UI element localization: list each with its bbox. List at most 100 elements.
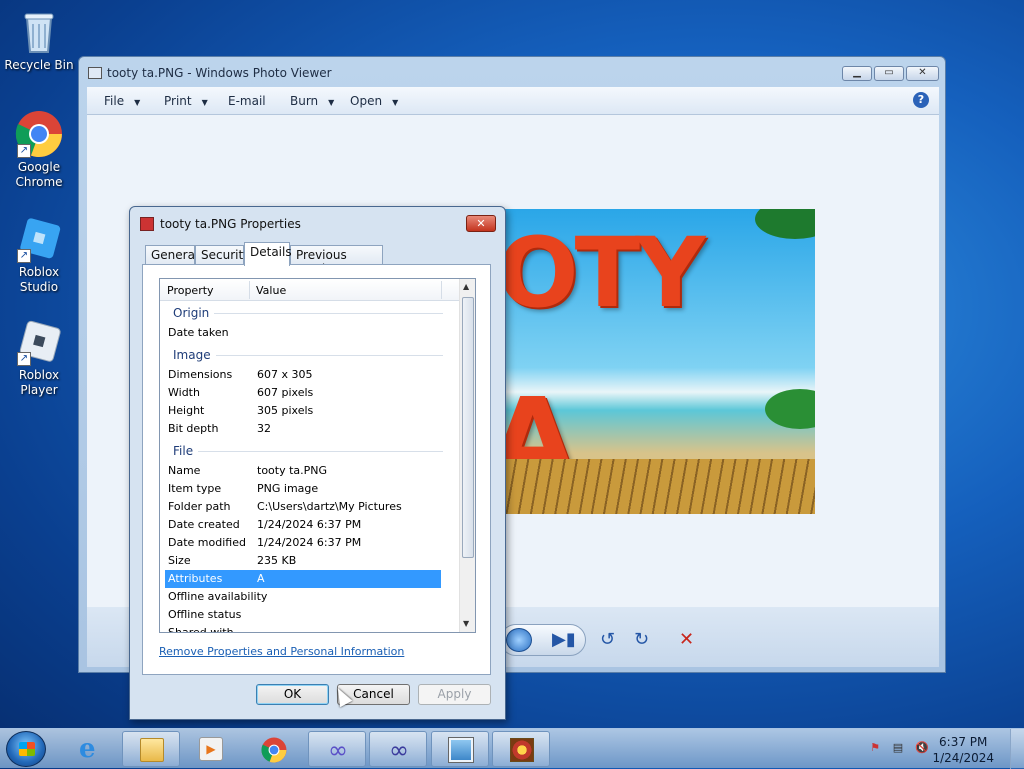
maximize-button[interactable]: ▭ [874,66,904,81]
scroll-thumb[interactable] [462,297,474,558]
roblox-studio-icon: ↗ [15,215,63,263]
list-item[interactable]: Dimensions 607 x 305 [165,366,441,384]
group-header-origin: Origin [173,304,443,322]
taskbar: e ▶ ∞ ∞ ⚑ ▤ 🔇 6:37 PM 1/24/2024 [0,728,1024,769]
tab-general[interactable]: General [145,245,198,265]
list-item[interactable]: Size 235 KB [165,552,441,570]
rotate-counterclockwise-icon[interactable]: ↺ [600,630,615,650]
list-item[interactable]: Folder path C:\Users\dartz\My Pictures [165,498,441,516]
scroll-down-arrow-icon[interactable]: ▼ [463,619,469,628]
desktop-icon-recycle-bin[interactable]: Recycle Bin [0,8,78,73]
group-header-file: File [173,442,443,460]
delete-icon[interactable]: ✕ [679,630,694,650]
scroll-up-arrow-icon[interactable]: ▲ [463,282,469,291]
list-header: Property Value [160,279,459,301]
list-item[interactable]: Date modified 1/24/2024 6:37 PM [165,534,441,552]
clock-time: 6:37 PM [939,735,988,749]
system-clock[interactable]: 6:37 PM 1/24/2024 [932,734,994,766]
show-desktop-button[interactable] [1010,729,1024,769]
menu-file[interactable]: File ▼ [104,94,140,108]
vertical-scrollbar[interactable]: ▲ ▼ [459,279,475,632]
palm-foliage [765,389,815,429]
taskbar-app-infinity-2[interactable]: ∞ [369,731,427,767]
desktop-icon-roblox-studio[interactable]: ↗ Roblox Studio [0,215,78,295]
infinity-app-icon: ∞ [328,736,348,764]
infinity-app-icon: ∞ [389,736,409,764]
column-divider [441,281,442,299]
dropdown-arrow-icon: ▼ [392,98,399,107]
clock-date: 1/24/2024 [932,751,994,765]
list-item[interactable]: Bit depth 32 [165,420,441,438]
photo-viewer-app-icon [88,67,102,79]
internet-explorer-icon: e [79,734,96,764]
properties-dialog[interactable]: tooty ta.PNG Properties ✕ General Securi… [129,206,506,720]
list-item[interactable]: Offline status [165,606,441,624]
menu-open[interactable]: Open ▼ [350,94,398,108]
column-header-value[interactable]: Value [256,284,286,297]
slideshow-icon[interactable] [506,628,532,652]
menu-print[interactable]: Print ▼ [164,94,208,108]
shortcut-arrow-icon: ↗ [17,249,31,263]
png-file-icon [510,738,534,762]
next-icon[interactable]: ▶▮ [552,630,576,650]
list-item[interactable]: Date taken [165,324,441,342]
list-item-selected[interactable]: Attributes A [165,570,441,588]
list-item[interactable]: Width 607 pixels [165,384,441,402]
list-item[interactable]: Date created 1/24/2024 6:37 PM [165,516,441,534]
apply-button[interactable]: Apply [418,684,491,705]
dropdown-arrow-icon: ▼ [201,98,208,107]
ok-button[interactable]: OK [256,684,329,705]
list-item[interactable]: Name tooty ta.PNG [165,462,441,480]
tab-previous-versions[interactable]: Previous Versions [290,245,383,276]
volume-muted-icon[interactable]: 🔇 [915,741,929,755]
taskbar-photo-viewer[interactable] [431,731,489,767]
shortcut-arrow-icon: ↗ [17,352,31,366]
desktop-icon-roblox-player[interactable]: ↗ Roblox Player [0,318,78,398]
desktop-icon-label: Google Chrome [15,160,63,189]
network-icon[interactable]: ▤ [891,741,905,755]
taskbar-app-infinity-1[interactable]: ∞ [308,731,366,767]
dialog-title: tooty ta.PNG Properties [160,217,301,231]
dropdown-arrow-icon: ▼ [328,98,335,107]
menu-bar: File ▼ Print ▼ E-mail Burn ▼ Open ▼ ? [87,87,939,115]
media-player-icon: ▶ [199,737,223,761]
action-center-flag-icon[interactable]: ⚑ [868,741,882,755]
list-item[interactable]: Offline availability [165,588,441,606]
details-list[interactable]: Property Value Origin Date taken Image D… [159,278,476,633]
column-header-property[interactable]: Property [167,284,214,297]
recycle-bin-icon [15,8,63,56]
minimize-button[interactable]: ▁ [842,66,872,81]
dropdown-arrow-icon: ▼ [134,98,141,107]
tab-details[interactable]: Details [244,242,292,266]
taskbar-internet-explorer[interactable]: e [62,731,120,767]
chrome-icon: ↗ [15,110,63,158]
tab-security[interactable]: Security [195,245,250,265]
taskbar-media-player[interactable]: ▶ [182,731,240,767]
help-icon[interactable]: ? [913,92,929,108]
image-title-text: OTY [505,217,706,329]
list-item[interactable]: Height 305 pixels [165,402,441,420]
menu-burn[interactable]: Burn ▼ [290,94,334,108]
windows-logo-icon [19,742,35,756]
rotate-clockwise-icon[interactable]: ↻ [634,630,649,650]
wooden-deck [505,459,815,514]
group-header-image: Image [173,346,443,364]
desktop-icon-label: Roblox Studio [18,265,60,294]
photo-viewer-icon [449,738,473,762]
displayed-image: OTY A [505,209,815,514]
start-button[interactable] [6,731,46,767]
shortcut-arrow-icon: ↗ [17,144,31,158]
window-title: tooty ta.PNG - Windows Photo Viewer [107,66,332,80]
taskbar-file-explorer[interactable] [122,731,180,767]
desktop-icon-label: Recycle Bin [4,58,74,72]
remove-properties-link[interactable]: Remove Properties and Personal Informati… [159,645,404,658]
close-button[interactable]: ✕ [906,66,939,81]
taskbar-image-file[interactable] [492,731,550,767]
desktop-icon-google-chrome[interactable]: ↗ Google Chrome [0,110,78,190]
dialog-close-button[interactable]: ✕ [466,215,496,232]
roblox-player-icon: ↗ [15,318,63,366]
list-item[interactable]: Shared with [165,624,441,632]
menu-email[interactable]: E-mail [228,94,266,108]
list-item[interactable]: Item type PNG image [165,480,441,498]
taskbar-chrome[interactable] [244,731,302,767]
